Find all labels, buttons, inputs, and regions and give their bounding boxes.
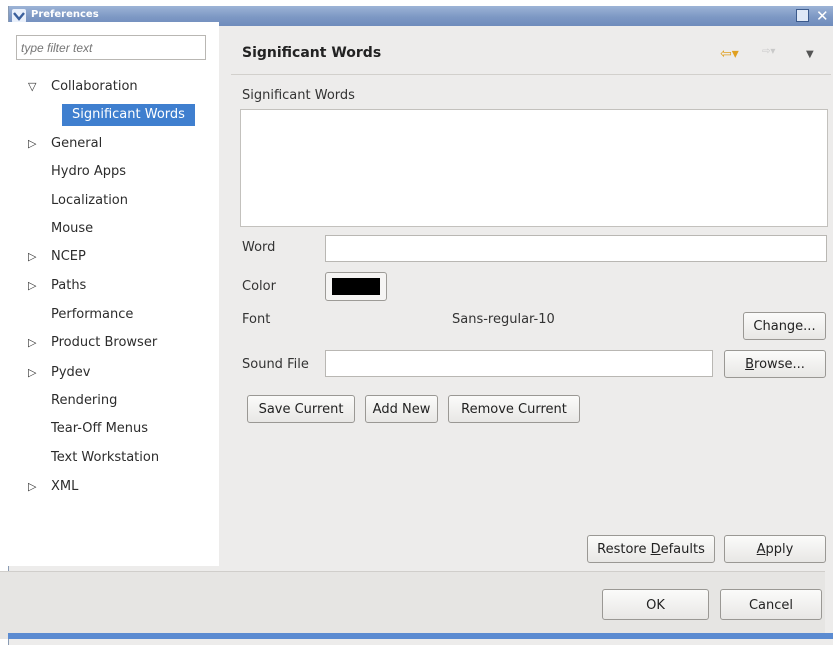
significant-words-list[interactable] <box>240 109 828 227</box>
restore-defaults-button[interactable]: Restore Defaults <box>587 535 715 563</box>
title-separator <box>231 74 831 75</box>
tree-item-text-workstation[interactable]: Text Workstation <box>51 447 159 469</box>
collapsed-arrow-icon[interactable]: ▷ <box>28 476 38 498</box>
tree-item-ncep[interactable]: NCEP <box>51 246 86 268</box>
tree-item-localization[interactable]: Localization <box>51 190 128 212</box>
ok-button[interactable]: OK <box>602 589 709 620</box>
save-current-button[interactable]: Save Current <box>247 395 355 423</box>
page-title: Significant Words <box>242 45 382 61</box>
forward-arrow-icon[interactable]: ⇨▾ <box>762 46 775 57</box>
tree-item-collaboration[interactable]: Collaboration <box>51 76 138 98</box>
change-font-button[interactable]: Change... <box>743 312 826 340</box>
tree-item-tear-off-menus[interactable]: Tear-Off Menus <box>51 418 148 440</box>
tree-item-significant-words[interactable]: Significant Words <box>62 104 195 126</box>
sound-file-field[interactable] <box>325 350 713 377</box>
window-bottom-edge <box>8 633 833 639</box>
color-label: Color <box>242 279 276 294</box>
maximize-icon[interactable] <box>796 9 809 22</box>
tree-item-general[interactable]: General <box>51 133 102 155</box>
collapsed-arrow-icon[interactable]: ▷ <box>28 275 38 297</box>
color-swatch <box>332 278 380 295</box>
remove-current-button[interactable]: Remove Current <box>448 395 580 423</box>
sound-file-label: Sound File <box>242 357 309 372</box>
tree-item-performance[interactable]: Performance <box>51 304 133 326</box>
filter-input[interactable] <box>16 35 206 60</box>
collapsed-arrow-icon[interactable]: ▷ <box>28 332 38 354</box>
tree-item-product-browser[interactable]: Product Browser <box>51 332 157 354</box>
collapsed-arrow-icon[interactable]: ▷ <box>28 362 38 384</box>
tree-item-mouse[interactable]: Mouse <box>51 218 93 240</box>
tree-item-hydro-apps[interactable]: Hydro Apps <box>51 161 126 183</box>
collapsed-arrow-icon[interactable]: ▷ <box>28 133 38 155</box>
tree-item-pydev[interactable]: Pydev <box>51 362 90 384</box>
tree-item-rendering[interactable]: Rendering <box>51 390 117 412</box>
window-menu-icon[interactable] <box>12 9 26 23</box>
tree-item-paths[interactable]: Paths <box>51 275 86 297</box>
expanded-arrow-icon[interactable]: ▽ <box>28 76 38 98</box>
color-picker-button[interactable] <box>325 272 387 301</box>
font-label: Font <box>242 312 271 327</box>
browse-button[interactable]: Browse... <box>724 350 826 378</box>
window-title: Preferences <box>31 9 99 20</box>
collapsed-arrow-icon[interactable]: ▷ <box>28 246 38 268</box>
font-value: Sans-regular-10 <box>452 312 555 327</box>
apply-button[interactable]: Apply <box>724 535 826 563</box>
close-icon[interactable]: ✕ <box>816 9 830 24</box>
view-menu-icon[interactable]: ▼ <box>806 49 814 60</box>
word-field[interactable] <box>325 235 827 262</box>
tree-item-xml[interactable]: XML <box>51 476 78 498</box>
word-label: Word <box>242 240 276 255</box>
significant-words-label: Significant Words <box>242 88 355 103</box>
cancel-button[interactable]: Cancel <box>720 589 822 620</box>
add-new-button[interactable]: Add New <box>365 395 438 423</box>
back-arrow-icon[interactable]: ⇦▾ <box>720 46 739 62</box>
